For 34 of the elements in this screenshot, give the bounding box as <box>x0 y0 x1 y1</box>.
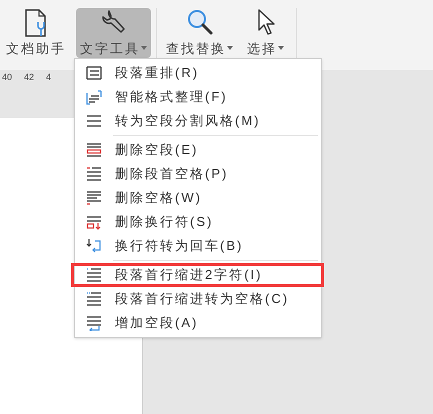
convert-arrows-icon <box>85 238 103 254</box>
ruler-label: 4 <box>46 71 52 84</box>
toolbar-button[interactable]: 查找替换 <box>162 8 237 58</box>
toolbar-button[interactable]: 文档助手 <box>2 8 70 58</box>
caret-icon <box>278 46 284 50</box>
caret-icon <box>227 46 233 50</box>
toolbar-button[interactable]: 选择 <box>243 8 288 58</box>
menu-item[interactable]: 段落首行缩进转为空格(C) <box>75 287 321 311</box>
menu-item[interactable]: 段落首行缩进2字符(I) <box>71 263 324 287</box>
lines-icon <box>85 190 103 206</box>
menu-item[interactable]: 换行符转为回车(B) <box>75 234 321 258</box>
menu-item[interactable]: 段落重排(R) <box>75 61 321 85</box>
ruler-label: 42 <box>24 71 34 84</box>
menu-item[interactable]: 增加空段(A) <box>75 311 321 335</box>
caret-icon <box>141 46 147 50</box>
toolbar-button[interactable]: 文字工具 <box>76 8 151 58</box>
add-paragraph-icon <box>85 315 103 331</box>
menu-item[interactable]: 删除空格(W) <box>75 186 321 210</box>
menu-item[interactable]: 删除换行符(S) <box>75 210 321 234</box>
menu-item[interactable]: 删除空段(E) <box>75 138 321 162</box>
lines-icon <box>85 166 103 182</box>
menu-item[interactable]: 智能格式整理(F) <box>75 85 321 109</box>
menu-item[interactable]: 转为空段分割风格(M) <box>75 109 321 133</box>
lines-icon <box>85 65 103 81</box>
ruler-label: 40 <box>2 71 12 84</box>
search-icon <box>186 8 214 36</box>
document-wrench-icon <box>23 8 49 38</box>
line-break-icon <box>85 214 103 230</box>
lines-icon <box>85 142 103 158</box>
menu-item[interactable]: 删除段首空格(P) <box>75 162 321 186</box>
indent-icon <box>85 267 103 283</box>
indent-icon <box>85 291 103 307</box>
format-icon <box>85 89 103 105</box>
lines-icon <box>85 113 103 129</box>
